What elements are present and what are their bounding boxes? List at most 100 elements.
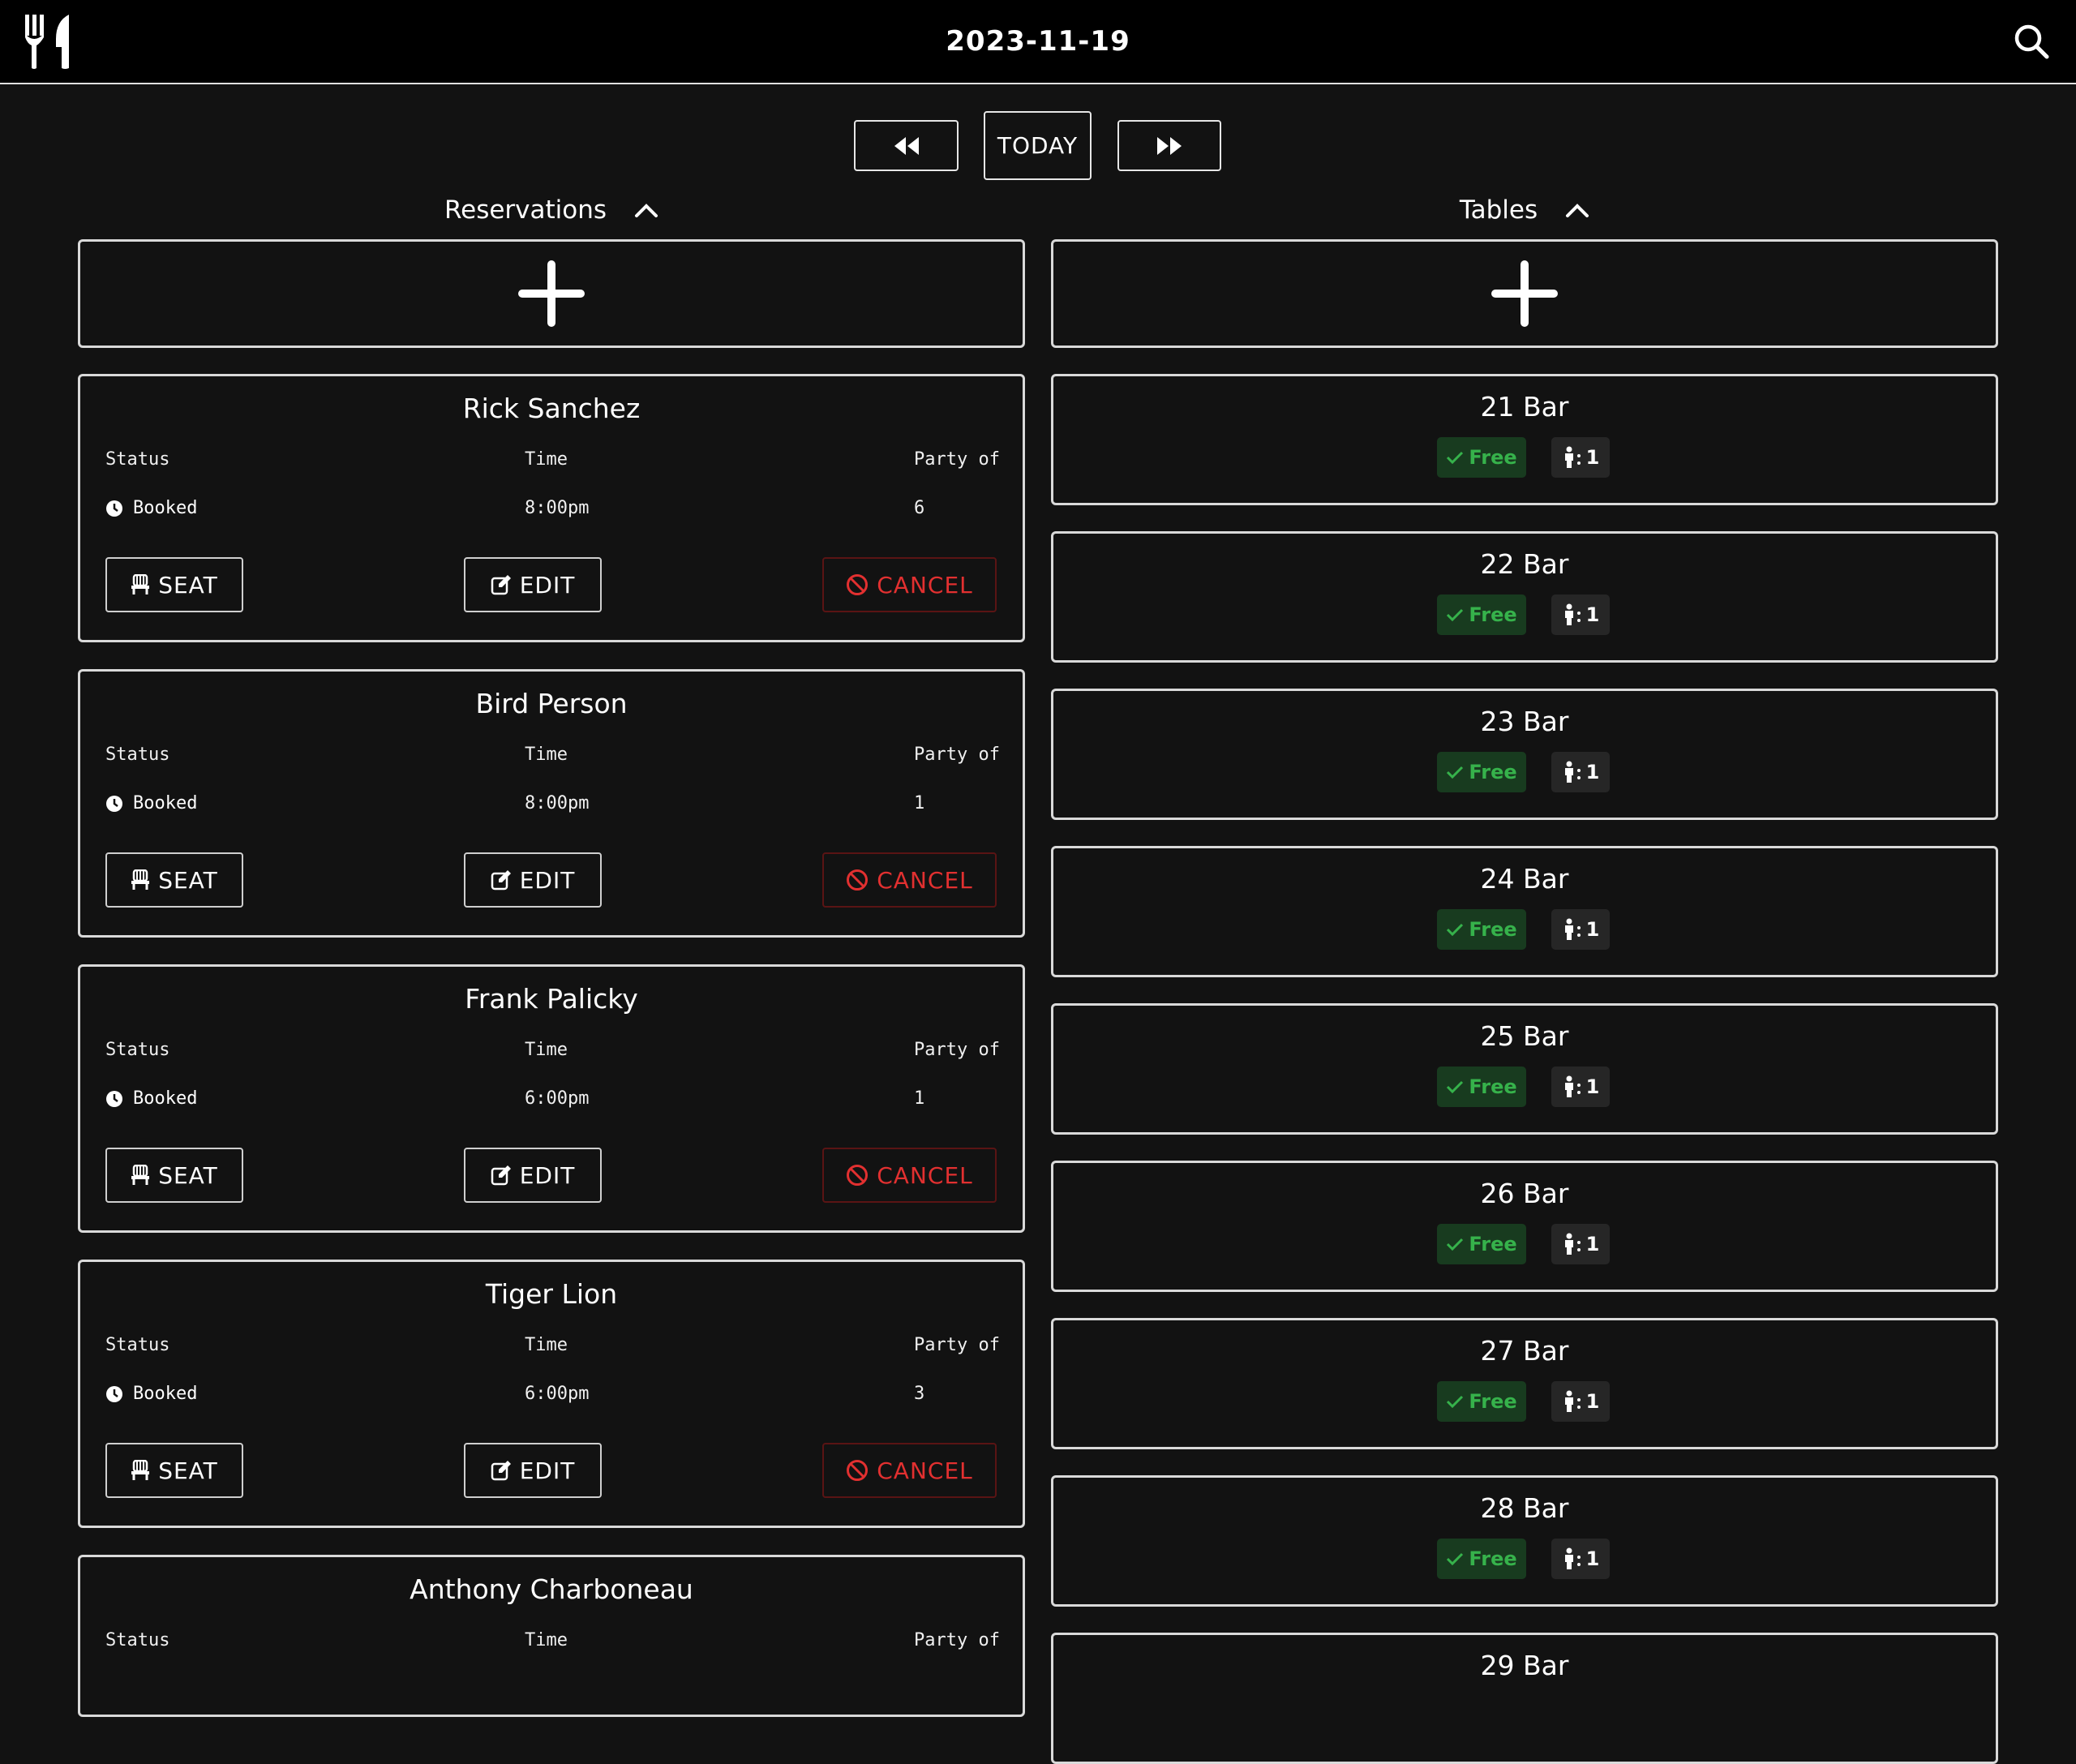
table-card[interactable]: 24 Bar Free 1 [1051,846,1998,977]
edit-icon [491,1461,511,1481]
person-icon [1564,1390,1581,1412]
status-text: Free [1469,918,1517,941]
table-card[interactable]: 26 Bar Free 1 [1051,1161,1998,1292]
table-name: 27 Bar [1480,1335,1569,1367]
guest-name: Anthony Charboneau [410,1573,693,1605]
time-label: Time [525,745,568,765]
person-icon [1564,1075,1581,1097]
reservations-header[interactable]: Reservations [365,190,738,230]
current-date: 2023-11-19 [946,25,1130,58]
previous-day-button[interactable] [854,120,959,171]
tables-title: Tables [1459,195,1538,225]
party-value: 1 [914,1088,925,1109]
edit-button[interactable]: EDIT [464,1443,602,1498]
status-badge: Free [1437,1381,1526,1422]
capacity-badge: 1 [1551,1539,1610,1579]
party-label: Party of [914,449,1000,470]
add-table-button[interactable] [1051,239,1998,348]
add-reservation-button[interactable] [78,239,1025,348]
status-text: Free [1469,761,1517,783]
seat-label: SEAT [158,1457,218,1484]
check-icon [1447,1080,1464,1094]
check-icon [1447,608,1464,622]
table-card[interactable]: 27 Bar Free 1 [1051,1318,1998,1449]
table-card[interactable]: 29 Bar [1051,1633,1998,1764]
today-label: TODAY [997,132,1079,159]
cancel-label: CANCEL [877,1161,973,1189]
seat-button[interactable]: SEAT [105,557,243,612]
ban-icon [847,1460,869,1481]
edit-button[interactable]: EDIT [464,1148,602,1203]
seat-button[interactable]: SEAT [105,852,243,908]
today-button[interactable]: TODAY [984,111,1092,180]
seat-label: SEAT [158,571,218,599]
status-label: Status [105,1040,170,1060]
check-icon [1447,766,1464,779]
table-name: 24 Bar [1480,863,1569,895]
ban-icon [847,869,869,891]
guest-name: Tiger Lion [485,1278,618,1310]
edit-icon [491,1165,511,1186]
time-label: Time [525,1630,568,1650]
status-text: Free [1469,1390,1517,1413]
next-day-button[interactable] [1117,120,1221,171]
tables-header[interactable]: Tables [1379,190,1671,230]
status-label: Status [105,1630,170,1650]
table-card[interactable]: 21 Bar Free 1 [1051,374,1998,505]
person-icon [1564,918,1581,940]
reservation-card: Frank Palicky Status Time Party of Booke… [78,964,1025,1233]
edit-button[interactable]: EDIT [464,852,602,908]
status-badge: Free [1437,1224,1526,1264]
check-icon [1447,1238,1464,1251]
cancel-button[interactable]: CANCEL [822,1443,997,1498]
reservation-status: Booked [105,498,197,518]
person-icon [1564,603,1581,625]
reservation-status: Booked [105,1088,197,1109]
ban-icon [847,1165,869,1186]
cancel-button[interactable]: CANCEL [822,1148,997,1203]
table-name: 26 Bar [1480,1178,1569,1209]
time-label: Time [525,1335,568,1355]
chevron-up-icon [1566,204,1589,217]
cancel-button[interactable]: CANCEL [822,852,997,908]
search-icon[interactable] [2013,23,2050,60]
capacity-value: 1 [1585,1390,1600,1413]
person-icon [1564,761,1581,783]
seat-button[interactable]: SEAT [105,1148,243,1203]
clock-icon [106,1385,122,1402]
guest-name: Frank Palicky [465,983,638,1015]
check-icon [1447,1552,1464,1566]
capacity-value: 1 [1585,761,1600,783]
edit-button[interactable]: EDIT [464,557,602,612]
table-card[interactable]: 28 Bar Free 1 [1051,1475,1998,1607]
status-badge: Free [1437,909,1526,950]
edit-icon [491,870,511,891]
cancel-label: CANCEL [877,866,973,894]
reservation-card: Tiger Lion Status Time Party of Booked 6… [78,1260,1025,1528]
person-icon [1564,1233,1581,1255]
guest-name: Rick Sanchez [462,393,641,424]
status-text: Free [1469,1075,1517,1098]
top-bar: 2023-11-19 [0,0,2076,84]
capacity-badge: 1 [1551,1067,1610,1107]
capacity-value: 1 [1585,1547,1600,1570]
status-badge: Free [1437,752,1526,792]
seat-label: SEAT [158,866,218,894]
cancel-button[interactable]: CANCEL [822,557,997,612]
chair-icon [131,1165,150,1185]
person-icon [1564,1547,1581,1569]
status-text: Free [1469,1547,1517,1570]
party-label: Party of [914,1040,1000,1060]
table-name: 28 Bar [1480,1492,1569,1524]
table-card[interactable]: 22 Bar Free 1 [1051,531,1998,663]
table-card[interactable]: 25 Bar Free 1 [1051,1003,1998,1135]
seat-button[interactable]: SEAT [105,1443,243,1498]
status-value: Booked [133,793,198,813]
party-value: 3 [914,1384,925,1404]
time-value: 8:00pm [525,793,590,813]
table-card[interactable]: 23 Bar Free 1 [1051,689,1998,820]
reservation-status: Booked [105,793,197,813]
capacity-value: 1 [1585,446,1600,469]
capacity-badge: 1 [1551,594,1610,635]
party-value: 6 [914,498,925,518]
